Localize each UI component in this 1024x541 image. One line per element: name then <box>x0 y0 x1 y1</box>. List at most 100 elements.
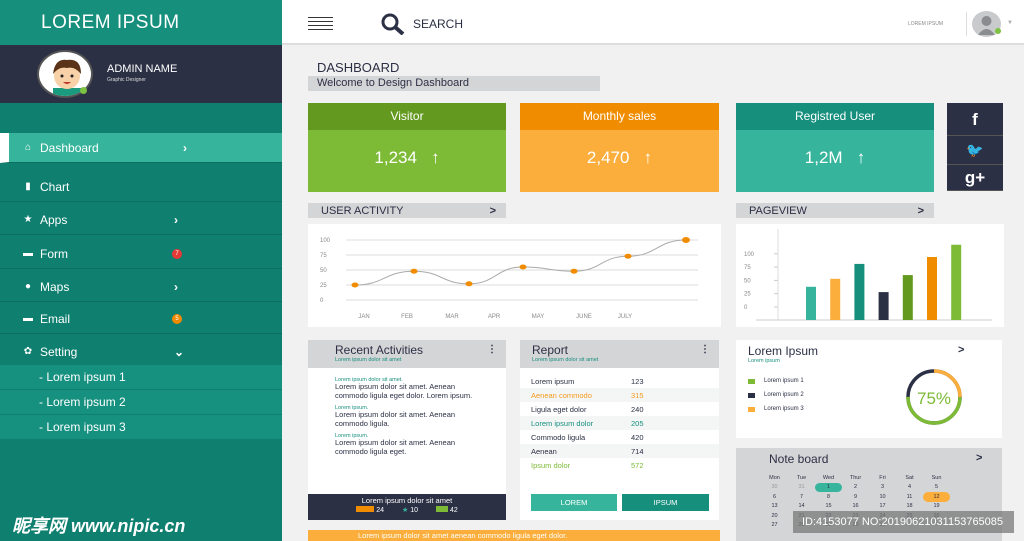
more-icon[interactable]: ⋮ <box>487 344 497 355</box>
online-status-dot <box>80 87 87 94</box>
report-label: Lorem ipsum dolor <box>531 418 594 428</box>
user-activity-header[interactable]: USER ACTIVITY > <box>308 203 506 218</box>
arrow-right-icon[interactable]: > <box>490 203 496 219</box>
report-label: Ligula eget dolor <box>531 404 587 414</box>
facebook-button[interactable]: f <box>947 103 1003 136</box>
divider <box>966 12 967 36</box>
stat-label: Monthly sales <box>520 103 719 130</box>
search-button[interactable]: SEARCH <box>413 17 463 31</box>
ipsum-button[interactable]: IPSUM <box>622 494 709 511</box>
sidebar-subitem[interactable]: - Lorem ipsum 1 <box>0 365 282 390</box>
report-row: Ipsum dolor 572 <box>520 458 719 472</box>
stat-card: Visitor 1,234 ↑ <box>308 103 506 192</box>
google-plus-button[interactable]: g+ <box>947 165 1003 191</box>
data-point <box>351 282 359 288</box>
report-value: 420 <box>631 432 644 442</box>
bar <box>902 275 913 320</box>
report-value: 205 <box>631 418 644 428</box>
data-point <box>624 253 632 259</box>
calendar-day[interactable]: 8 <box>815 492 842 502</box>
y-tick-label: 50 <box>320 268 327 274</box>
search-icon[interactable] <box>381 13 405 40</box>
calendar-day[interactable]: 7 <box>788 492 815 502</box>
arrow-right-icon[interactable]: > <box>918 203 924 219</box>
calendar-day[interactable]: 27 <box>761 521 788 531</box>
calendar-day[interactable]: 13 <box>761 502 788 512</box>
legend-label: Lorem ipsum 2 <box>764 392 804 398</box>
sidebar-item-dashboard[interactable]: ⌂ Dashboard › <box>0 133 282 163</box>
page-subtitle: Welcome to Design Dashboard <box>308 76 600 91</box>
bar <box>878 292 889 320</box>
calendar-day[interactable]: 1 <box>815 482 842 492</box>
more-icon[interactable]: ⋮ <box>700 344 710 355</box>
calendar-day[interactable]: 2 <box>842 483 869 493</box>
sidebar-item-form[interactable]: ▬ Form 7 <box>0 239 282 269</box>
stat-card: Monthly sales 2,470 ↑ <box>520 103 719 192</box>
report-label: Aenean commodo <box>531 390 592 400</box>
report-label: Commodo ligula <box>531 432 586 442</box>
sidebar-item-label: Dashboard <box>40 140 99 155</box>
sidebar-item-maps[interactable]: ● Maps › <box>0 272 282 302</box>
series-line <box>354 239 687 286</box>
stat-value: 2,470 <box>586 148 630 167</box>
sidebar-item-email[interactable]: ▬ Email 5 <box>0 304 282 334</box>
calendar-day[interactable]: 14 <box>788 502 815 512</box>
arrow-up-icon: ↑ <box>856 148 866 167</box>
calendar-day[interactable]: 20 <box>761 511 788 521</box>
notification-badge: 5 <box>172 313 182 324</box>
y-tick-label: 0 <box>320 298 324 304</box>
bar <box>951 244 962 320</box>
dropdown-icon[interactable]: ▼ <box>1007 20 1013 26</box>
sidebar-item-label: Form <box>40 246 68 261</box>
bar <box>806 286 816 320</box>
calendar-day[interactable]: 6 <box>761 492 788 502</box>
data-point <box>465 281 473 287</box>
sidebar-item-apps[interactable]: ★ Apps › <box>0 205 282 235</box>
legend-swatch <box>748 378 755 384</box>
admin-role: Graphic Designer <box>107 77 146 83</box>
comment-icon: ▬ <box>23 248 33 259</box>
arrow-right-icon[interactable]: > <box>958 344 964 356</box>
watermark-logo: 昵享网 www.nipic.cn <box>12 516 186 536</box>
lorem-button[interactable]: LOREM <box>531 494 617 511</box>
donut-chart: 75% <box>906 369 962 425</box>
sidebar: LOREM IPSUM ADMIN NAME Graphic Designer … <box>0 0 282 541</box>
calendar-day[interactable]: 18 <box>896 502 923 512</box>
sidebar-item-label: Apps <box>40 212 68 227</box>
calendar-day[interactable]: 5 <box>923 483 950 493</box>
twitter-button[interactable]: 🐦 <box>947 136 1003 165</box>
calendar-day[interactable]: 15 <box>815 502 842 512</box>
arrow-right-icon[interactable]: > <box>976 452 982 464</box>
x-tick-label: MAR <box>445 314 459 320</box>
sidebar-subitem[interactable]: - Lorem ipsum 2 <box>0 390 282 415</box>
donut-title: Lorem Ipsum <box>748 344 819 358</box>
donut-percent: 75% <box>917 389 951 408</box>
activity-text: Lorem ipsum dolor sit amet. Aenean commo… <box>335 410 456 428</box>
sidebar-item-chart[interactable]: ▮ Chart <box>0 172 282 202</box>
calendar-day[interactable]: 30 <box>761 483 788 493</box>
calendar-day[interactable]: 19 <box>923 502 950 512</box>
sidebar-subitem[interactable]: - Lorem ipsum 3 <box>0 415 282 440</box>
calendar-day[interactable]: 4 <box>896 483 923 493</box>
calendar-day[interactable]: 12 <box>923 492 950 502</box>
weekday-label: Tue <box>796 474 807 481</box>
pageview-header[interactable]: PAGEVIEW > <box>736 203 934 218</box>
pageview-title: PAGEVIEW <box>749 205 807 217</box>
menu-icon[interactable] <box>308 17 333 30</box>
calendar-day[interactable]: 10 <box>869 492 896 502</box>
calendar-day[interactable]: 16 <box>842 502 869 512</box>
report-value: 315 <box>631 390 644 400</box>
chevron-right-icon: › <box>174 279 178 294</box>
calendar-day[interactable]: 31 <box>788 483 815 493</box>
calendar-day[interactable]: 9 <box>842 492 869 502</box>
gear-icon: ✿ <box>23 346 33 357</box>
sidebar-item-setting[interactable]: ✿ Setting ⌄ <box>0 337 282 367</box>
legend-item: Lorem ipsum 3 <box>748 406 804 412</box>
y-tick-label: 25 <box>744 292 751 298</box>
y-tick-label: 25 <box>320 283 327 289</box>
count: 10 <box>410 507 419 514</box>
calendar-day[interactable]: 17 <box>869 502 896 512</box>
calendar-day[interactable]: 3 <box>869 483 896 493</box>
profile: ADMIN NAME Graphic Designer <box>0 45 282 103</box>
calendar-day[interactable]: 11 <box>896 492 923 502</box>
